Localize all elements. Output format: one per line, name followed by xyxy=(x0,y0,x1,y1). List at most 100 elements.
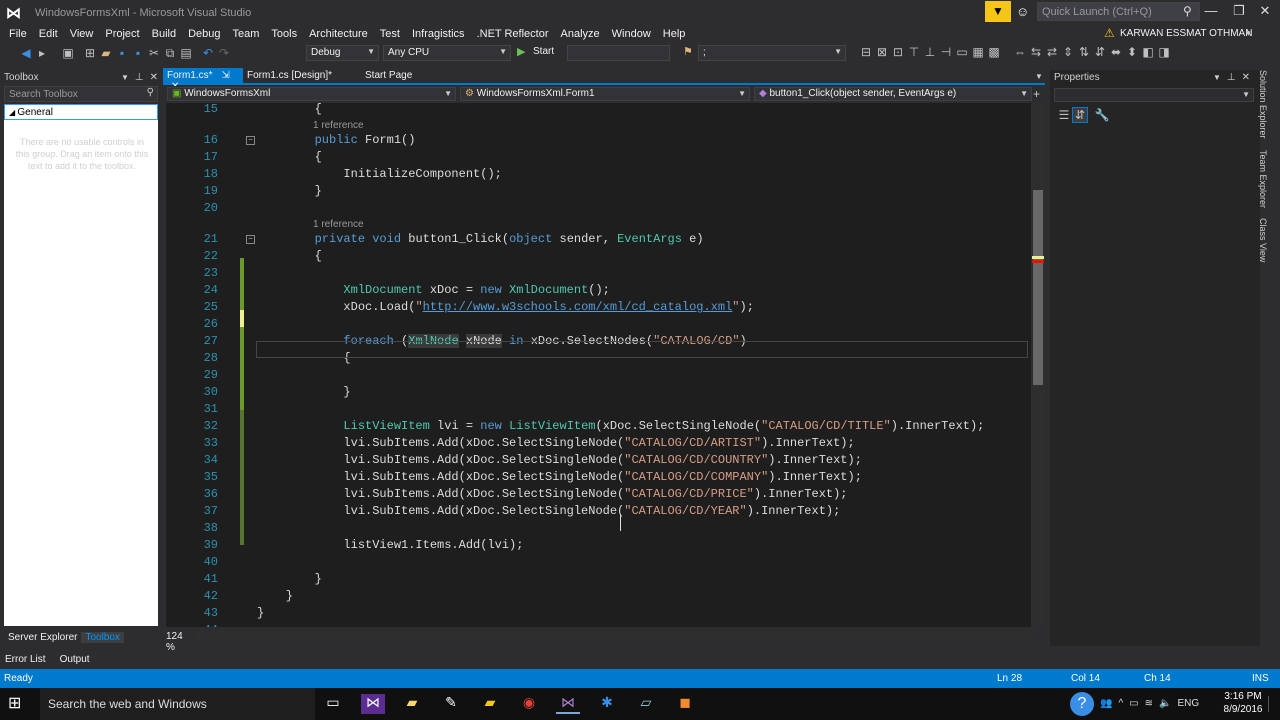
align-right-icon[interactable]: ⊡ xyxy=(890,45,906,59)
feedback-smiley-icon[interactable]: ☺ xyxy=(1016,4,1029,19)
volume-icon[interactable]: 🔈 xyxy=(1159,698,1171,709)
menu-item-analyze[interactable]: Analyze xyxy=(561,28,600,40)
menu-item-infragistics[interactable]: Infragistics xyxy=(412,28,465,40)
close-button[interactable]: ✕ xyxy=(1254,3,1276,19)
paste-icon[interactable]: ▤ xyxy=(178,46,194,60)
taskbar-search-input[interactable]: Search the web and Windows xyxy=(40,688,315,720)
class-select[interactable]: ⚙ WindowsFormsXml.Form1 ▼ xyxy=(460,87,750,101)
wifi-icon[interactable]: ≋ xyxy=(1145,698,1153,709)
tab-form1-cs[interactable]: Form1.cs* ⇲ ✕ xyxy=(163,68,243,92)
v-spacing-dec-icon[interactable]: ⇵ xyxy=(1092,45,1108,59)
center-h-icon[interactable]: ⬌ xyxy=(1108,45,1124,59)
recorder-app-icon[interactable]: ◼ xyxy=(673,694,697,714)
horizontal-scrollbar[interactable] xyxy=(195,631,1031,641)
categorized-icon[interactable]: ☰ xyxy=(1056,108,1072,122)
project-select[interactable]: ▣ WindowsFormsXml ▼ xyxy=(167,87,456,101)
find-icon[interactable]: ⚑ xyxy=(683,45,693,58)
copy-icon[interactable]: ⧉ xyxy=(162,46,178,61)
member-select[interactable]: ◆ button1_Click(object sender, EventArgs… xyxy=(754,87,1032,101)
find-combo[interactable]: ; ▼ xyxy=(698,45,846,61)
save-icon[interactable]: ▪ xyxy=(114,46,130,60)
h-spacing-icon[interactable]: ⇔ xyxy=(1012,45,1028,59)
menu-item-tools[interactable]: Tools xyxy=(271,28,297,40)
tab-toolbox[interactable]: Toolbox xyxy=(81,631,124,643)
minimize-button[interactable]: — xyxy=(1200,3,1222,18)
show-desktop-button[interactable] xyxy=(1268,696,1278,712)
align-icon[interactable]: ⊟ xyxy=(858,45,874,59)
redo-icon[interactable]: ↷ xyxy=(216,46,232,60)
tab-start-page[interactable]: Start Page xyxy=(361,68,431,85)
send-back-icon[interactable]: ◨ xyxy=(1156,45,1172,59)
size-to-grid-icon[interactable]: ▩ xyxy=(986,45,1002,59)
collapse-icon[interactable]: − xyxy=(246,136,255,145)
grid-icon[interactable]: ▦ xyxy=(970,45,986,59)
help-icon[interactable]: ? xyxy=(1070,692,1094,716)
tab-server-explorer[interactable]: Server Explorer xyxy=(4,632,81,643)
solution-configuration-select[interactable]: Debug ▼ xyxy=(306,45,379,61)
tab-error-list[interactable]: Error List xyxy=(5,654,46,665)
menu-item-netreflector[interactable]: .NET Reflector xyxy=(477,28,549,40)
quick-launch-input[interactable]: Quick Launch (Ctrl+Q) xyxy=(1037,2,1200,21)
user-account[interactable]: KARWAN ESSMAT OTHMAN xyxy=(1120,28,1252,39)
debug-target-select[interactable] xyxy=(567,45,670,61)
v-spacing-inc-icon[interactable]: ⇅ xyxy=(1076,45,1092,59)
save-all-icon[interactable]: ▪ xyxy=(130,46,146,60)
language-indicator[interactable]: ENG xyxy=(1177,698,1199,709)
menu-item-test[interactable]: Test xyxy=(380,28,400,40)
same-size-icon[interactable]: ▭ xyxy=(954,45,970,59)
menu-item-view[interactable]: View xyxy=(70,28,94,40)
center-v-icon[interactable]: ⬍ xyxy=(1124,45,1140,59)
align-top-icon[interactable]: ⊤ xyxy=(906,45,922,59)
visual-studio-icon[interactable]: ⋈ xyxy=(556,694,580,714)
property-pages-icon[interactable]: 🔧 xyxy=(1094,108,1110,122)
open-file-icon[interactable]: ▰ xyxy=(98,46,114,60)
menu-item-team[interactable]: Team xyxy=(233,28,260,40)
start-icon[interactable]: ▶ xyxy=(517,45,525,58)
menu-item-debug[interactable]: Debug xyxy=(188,28,220,40)
pin-icon[interactable]: ⇲ xyxy=(221,70,229,81)
align-middle-icon[interactable]: ⊥ xyxy=(922,45,938,59)
menu-item-edit[interactable]: Edit xyxy=(39,28,58,40)
chevron-down-icon[interactable]: ▼ xyxy=(1035,72,1043,81)
tab-class-view[interactable]: Class View xyxy=(1258,218,1268,262)
back-icon[interactable]: ◀ xyxy=(18,46,34,60)
tab-team-explorer[interactable]: Team Explorer xyxy=(1258,150,1268,208)
windows-start-icon[interactable]: ⊞ xyxy=(8,693,21,713)
tools-app-icon[interactable]: ✎ xyxy=(439,694,463,714)
alphabetical-icon[interactable]: ⇵ xyxy=(1072,107,1088,123)
tab-form1-design[interactable]: Form1.cs [Design]* xyxy=(243,68,359,85)
battery-icon[interactable]: ▭ xyxy=(1129,698,1138,709)
undo-icon[interactable]: ↶ xyxy=(200,46,216,60)
tab-solution-explorer[interactable]: Solution Explorer xyxy=(1258,70,1268,139)
file-explorer-icon[interactable]: ▰ xyxy=(478,694,502,714)
people-icon[interactable]: 👥 xyxy=(1100,698,1112,709)
close-icon[interactable]: ✕ xyxy=(1242,72,1250,83)
menu-item-help[interactable]: Help xyxy=(663,28,686,40)
notifications-filter-icon[interactable]: ▼ xyxy=(985,1,1011,22)
split-window-icon[interactable]: + xyxy=(1033,87,1040,101)
v-spacing-icon[interactable]: ⇕ xyxy=(1060,45,1076,59)
scrollbar-thumb[interactable] xyxy=(1033,190,1043,385)
tab-output[interactable]: Output xyxy=(60,654,90,665)
codelens-reference[interactable]: 1 reference xyxy=(313,218,364,232)
start-button[interactable]: Start xyxy=(533,46,554,57)
properties-object-select[interactable]: ▼ xyxy=(1054,88,1254,102)
chrome-icon[interactable]: ◉ xyxy=(517,694,541,714)
forward-icon[interactable]: ▸ xyxy=(34,46,50,60)
align-center-icon[interactable]: ⊠ xyxy=(874,45,890,59)
maximize-button[interactable]: ❐ xyxy=(1228,3,1250,19)
cut-icon[interactable]: ✂ xyxy=(146,46,162,60)
close-icon[interactable]: ✕ xyxy=(150,72,158,83)
solution-platform-select[interactable]: Any CPU ▼ xyxy=(383,45,511,61)
collapse-icon[interactable]: − xyxy=(246,235,255,244)
menu-item-file[interactable]: File xyxy=(9,28,27,40)
toolbox-group-general[interactable]: ◢ General xyxy=(4,104,158,120)
menu-item-architecture[interactable]: Architecture xyxy=(309,28,368,40)
h-spacing-inc-icon[interactable]: ⇆ xyxy=(1028,45,1044,59)
show-hidden-icons[interactable]: ^ xyxy=(1118,698,1123,709)
codelens-reference[interactable]: 1 reference xyxy=(313,119,364,133)
folder-app-icon[interactable]: ▰ xyxy=(400,694,424,714)
window-position-icon[interactable]: ▼ xyxy=(121,73,129,82)
add-item-icon[interactable]: ⊞ xyxy=(82,46,98,60)
zoom-level[interactable]: 124 % xyxy=(166,631,194,653)
